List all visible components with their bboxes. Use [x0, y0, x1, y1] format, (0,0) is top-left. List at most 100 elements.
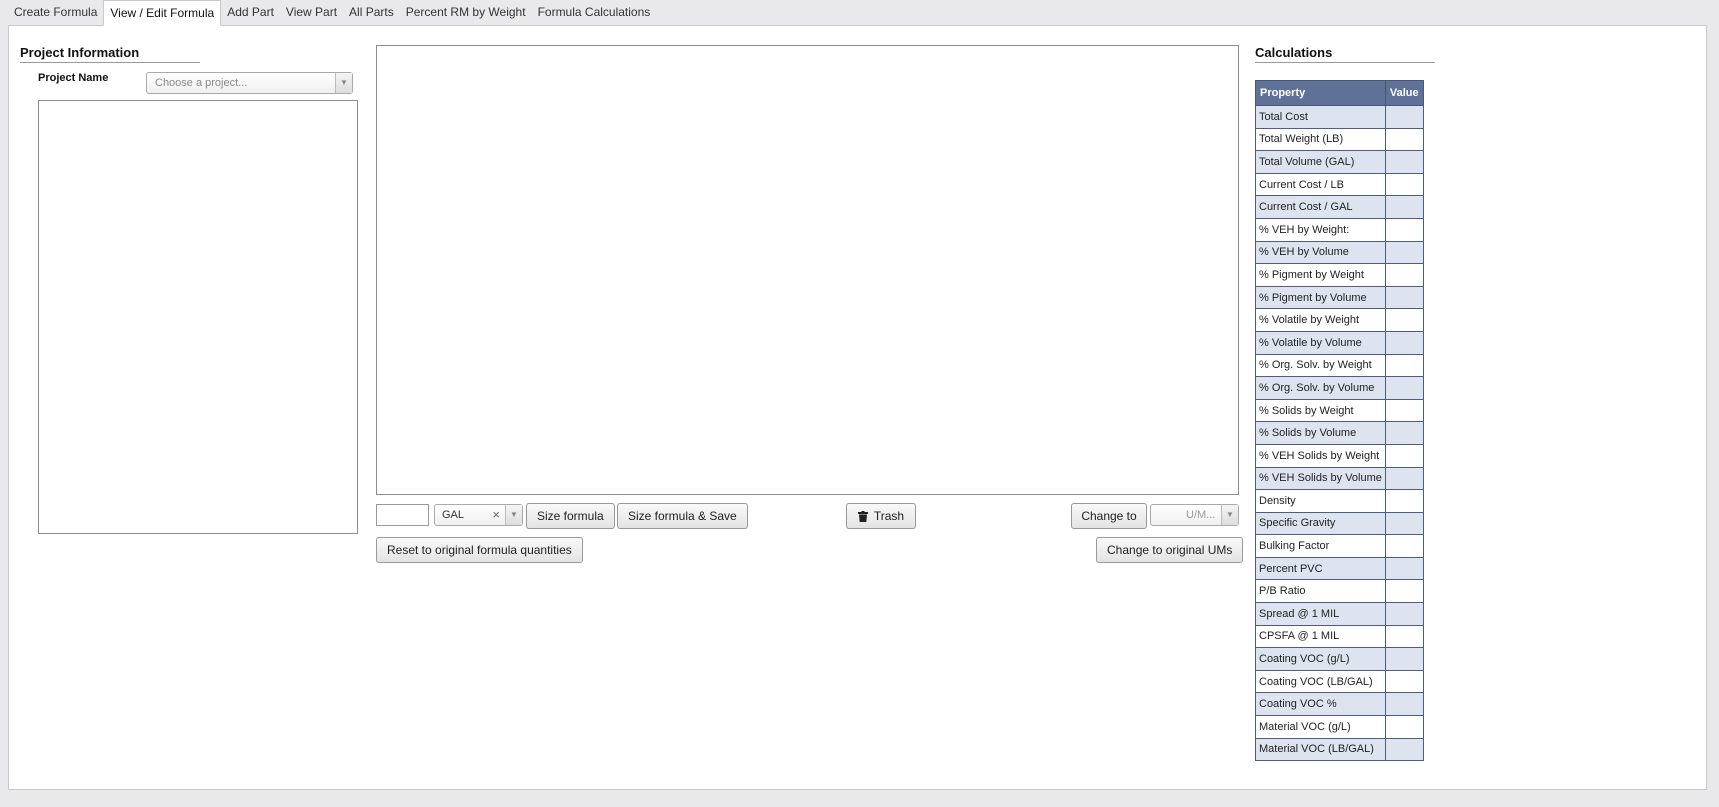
table-row: % VEH Solids by Volume: [1255, 466, 1424, 491]
property-cell: Coating VOC (g/L): [1255, 647, 1386, 671]
size-unit-select[interactable]: GAL × ▼: [434, 504, 523, 526]
chevron-down-icon[interactable]: ▼: [505, 505, 522, 525]
um-select-placeholder: U/M...: [1186, 509, 1216, 521]
value-cell: [1384, 353, 1424, 378]
trash-label: Trash: [873, 509, 905, 523]
project-select-placeholder: Choose a project...: [155, 77, 248, 89]
property-cell: % Volatile by Weight: [1255, 308, 1386, 332]
trash-button[interactable]: Trash: [846, 503, 916, 529]
property-cell: % VEH by Weight:: [1255, 217, 1386, 242]
property-cell: Total Weight (LB): [1255, 127, 1386, 152]
property-cell: Spread @ 1 MIL: [1255, 602, 1386, 626]
chevron-down-icon[interactable]: ▼: [335, 73, 352, 93]
reset-quantities-button[interactable]: Reset to original formula quantities: [376, 537, 583, 563]
value-cell: [1384, 602, 1424, 626]
value-cell: [1384, 105, 1424, 129]
value-cell: [1384, 669, 1424, 694]
chevron-down-icon[interactable]: ▼: [1221, 505, 1238, 525]
value-cell: [1384, 647, 1424, 671]
value-cell: [1384, 217, 1424, 242]
property-cell: Density: [1255, 489, 1386, 513]
property-cell: Bulking Factor: [1255, 534, 1386, 558]
project-parts-list[interactable]: [38, 100, 358, 534]
table-row: CPSFA @ 1 MIL: [1255, 624, 1424, 649]
value-cell: [1384, 692, 1424, 717]
property-cell: Material VOC (g/L): [1255, 715, 1386, 739]
value-cell: [1384, 150, 1424, 174]
size-formula-save-button[interactable]: Size formula & Save: [617, 503, 748, 529]
trash-icon: [857, 510, 868, 522]
tab-view-edit-formula[interactable]: View / Edit Formula: [103, 0, 222, 26]
table-row: % VEH by Volume: [1255, 240, 1424, 265]
tab-add-part[interactable]: Add Part: [221, 0, 280, 25]
value-cell: [1384, 421, 1424, 445]
tab-bar: Create Formula View / Edit Formula Add P…: [8, 0, 657, 26]
main-panel: Project Information Project Name Choose …: [8, 25, 1707, 790]
value-cell: [1384, 195, 1424, 219]
table-row: Current Cost / GAL: [1255, 195, 1424, 219]
table-row: Coating VOC (LB/GAL): [1255, 669, 1424, 694]
table-row: % Org. Solv. by Weight: [1255, 353, 1424, 378]
table-row: % Solids by Weight: [1255, 398, 1424, 423]
tab-all-parts[interactable]: All Parts: [343, 0, 400, 25]
property-cell: Current Cost / GAL: [1255, 195, 1386, 219]
tab-view-part[interactable]: View Part: [280, 0, 343, 25]
table-row: % Volatile by Weight: [1255, 308, 1424, 332]
property-cell: Total Cost: [1255, 105, 1386, 129]
property-cell: % Pigment by Weight: [1255, 263, 1386, 287]
table-row: Coating VOC %: [1255, 692, 1424, 717]
change-to-button[interactable]: Change to: [1071, 503, 1147, 529]
value-cell: [1384, 466, 1424, 491]
property-cell: % Pigment by Volume: [1255, 285, 1386, 310]
value-cell: [1384, 308, 1424, 332]
col-header-value: Value: [1384, 80, 1424, 106]
value-cell: [1384, 398, 1424, 423]
property-cell: Current Cost / LB: [1255, 172, 1386, 197]
table-row: % Solids by Volume: [1255, 421, 1424, 445]
col-header-property: Property: [1255, 80, 1386, 106]
calculations-title: Calculations: [1255, 45, 1435, 63]
um-select[interactable]: U/M... ▼: [1150, 504, 1239, 526]
property-cell: % VEH by Volume: [1255, 240, 1386, 265]
formula-grid[interactable]: [376, 45, 1239, 495]
table-row: % Pigment by Volume: [1255, 285, 1424, 310]
property-cell: Coating VOC (LB/GAL): [1255, 669, 1386, 694]
table-row: Percent PVC: [1255, 556, 1424, 581]
property-cell: % Org. Solv. by Weight: [1255, 353, 1386, 378]
value-cell: [1384, 511, 1424, 536]
property-cell: Material VOC (LB/GAL): [1255, 737, 1386, 762]
change-original-ums-button[interactable]: Change to original UMs: [1096, 537, 1244, 563]
table-row: % VEH Solids by Weight: [1255, 443, 1424, 468]
value-cell: [1384, 240, 1424, 265]
size-formula-button[interactable]: Size formula: [526, 503, 615, 529]
value-cell: [1384, 737, 1424, 762]
clear-icon[interactable]: ×: [492, 505, 500, 525]
value-cell: [1384, 330, 1424, 355]
project-select[interactable]: Choose a project... ▼: [146, 72, 353, 94]
table-row: P/B Ratio: [1255, 579, 1424, 604]
value-cell: [1384, 579, 1424, 604]
table-row: Density: [1255, 489, 1424, 513]
property-cell: % Solids by Volume: [1255, 421, 1386, 445]
table-row: Specific Gravity: [1255, 511, 1424, 536]
table-row: % Volatile by Volume: [1255, 330, 1424, 355]
property-cell: CPSFA @ 1 MIL: [1255, 624, 1386, 649]
table-row: Material VOC (g/L): [1255, 715, 1424, 739]
value-cell: [1384, 624, 1424, 649]
tab-percent-rm-by-weight[interactable]: Percent RM by Weight: [400, 0, 532, 25]
value-cell: [1384, 443, 1424, 468]
value-cell: [1384, 172, 1424, 197]
value-cell: [1384, 715, 1424, 739]
table-row: Spread @ 1 MIL: [1255, 602, 1424, 626]
value-cell: [1384, 489, 1424, 513]
property-cell: % Solids by Weight: [1255, 398, 1386, 423]
tab-formula-calculations[interactable]: Formula Calculations: [532, 0, 657, 25]
size-quantity-input[interactable]: [376, 504, 429, 526]
value-cell: [1384, 285, 1424, 310]
table-row: % Pigment by Weight: [1255, 263, 1424, 287]
tab-create-formula[interactable]: Create Formula: [8, 0, 103, 25]
value-cell: [1384, 263, 1424, 287]
project-info-title: Project Information: [20, 45, 200, 63]
value-cell: [1384, 534, 1424, 558]
value-cell: [1384, 376, 1424, 400]
